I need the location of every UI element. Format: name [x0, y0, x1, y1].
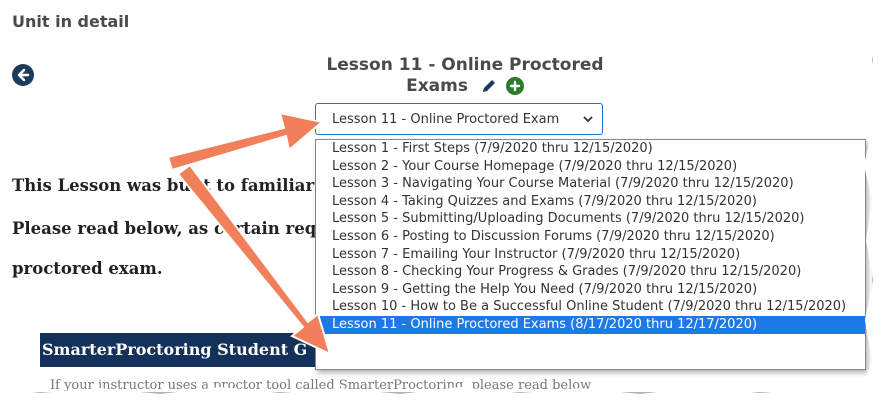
lesson-title-line2: Exams [406, 76, 468, 96]
chevron-down-icon [583, 116, 593, 123]
dropdown-option[interactable]: Lesson 1 - First Steps (7/9/2020 thru 12… [316, 140, 865, 158]
page: Unit in detail Lesson 11 - Online Procto… [0, 0, 872, 392]
edit-pencil-icon[interactable] [480, 77, 498, 95]
dropdown-option[interactable]: Lesson 11 - Online Proctored Exams (8/17… [316, 315, 865, 334]
dropdown-option[interactable]: Lesson 3 - Navigating Your Course Materi… [316, 175, 865, 193]
dropdown-option[interactable]: Lesson 10 - How to Be a Successful Onlin… [316, 298, 865, 316]
back-button[interactable] [12, 64, 34, 86]
intro-text-line3: proctored exam. [12, 259, 163, 278]
lesson-dropdown-list: Lesson 1 - First Steps (7/9/2020 thru 12… [315, 139, 866, 370]
intro-text-line2: Please read below, as certain req [12, 219, 317, 238]
dropdown-option[interactable]: Lesson 9 - Getting the Help You Need (7/… [316, 281, 865, 299]
lesson-title-line1: Lesson 11 - Online Proctored [326, 55, 604, 75]
dropdown-option[interactable]: Lesson 6 - Posting to Discussion Forums … [316, 228, 865, 246]
dropdown-option[interactable]: Lesson 2 - Your Course Homepage (7/9/202… [316, 158, 865, 176]
section-banner: SmarterProctoring Student G [40, 333, 342, 367]
lesson-select[interactable]: Lesson 11 - Online Proctored Exam [315, 103, 603, 135]
lesson-heading: Lesson 11 - Online Proctored Exams [300, 55, 630, 97]
intro-text-line1: This Lesson was built to familiar [12, 176, 315, 195]
dropdown-option[interactable]: Lesson 4 - Taking Quizzes and Exams (7/9… [316, 193, 865, 211]
add-plus-icon[interactable] [505, 77, 524, 95]
unit-title: Unit in detail [12, 12, 130, 31]
dropdown-option[interactable]: Lesson 7 - Emailing Your Instructor (7/9… [316, 246, 865, 264]
arrow-left-icon [17, 68, 30, 82]
lesson-select-value: Lesson 11 - Online Proctored Exam [332, 111, 560, 127]
partial-text: If your instructor uses a proctor tool c… [50, 378, 592, 392]
dropdown-option[interactable]: Lesson 8 - Checking Your Progress & Grad… [316, 263, 865, 281]
dropdown-option[interactable]: Lesson 5 - Submitting/Uploading Document… [316, 210, 865, 228]
